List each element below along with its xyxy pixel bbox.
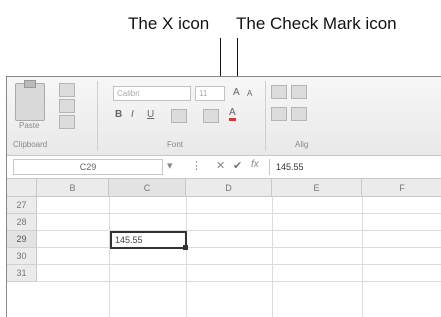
bold-icon[interactable]: B bbox=[115, 109, 122, 120]
grow-font-icon[interactable]: A bbox=[233, 87, 240, 98]
paste-label[interactable]: Paste bbox=[19, 121, 39, 130]
row-header-29[interactable]: 29 bbox=[7, 231, 37, 248]
x-icon-callout: The X icon bbox=[128, 14, 210, 33]
column-header-e[interactable]: E bbox=[272, 179, 362, 197]
underline-icon[interactable]: U bbox=[147, 109, 154, 120]
gridline bbox=[186, 197, 187, 317]
formula-input[interactable]: 145.55 bbox=[269, 159, 441, 175]
align-center-icon[interactable] bbox=[291, 107, 307, 121]
fill-handle[interactable] bbox=[183, 245, 188, 250]
formula-bar-divider-icon: ⋮ bbox=[191, 160, 202, 172]
gridline bbox=[37, 264, 441, 265]
ribbon: Paste Clipboard Calibri 11 A A B I U A F… bbox=[7, 77, 441, 156]
row-header-27[interactable]: 27 bbox=[7, 197, 37, 214]
row-header-31[interactable]: 31 bbox=[7, 265, 37, 282]
copy-icon[interactable] bbox=[59, 99, 75, 113]
align-left-icon[interactable] bbox=[271, 107, 287, 121]
formula-bar: C29 ▾ ⋮ ✕ ✔ fx 145.55 bbox=[7, 156, 441, 179]
row-header-30[interactable]: 30 bbox=[7, 248, 37, 265]
font-size-box[interactable]: 11 bbox=[195, 86, 225, 101]
gridline bbox=[109, 197, 110, 317]
paste-icon[interactable] bbox=[15, 80, 45, 121]
check-icon-callout: The Check Mark icon bbox=[236, 14, 397, 33]
column-header-c[interactable]: C bbox=[109, 179, 186, 197]
gridline bbox=[362, 197, 363, 317]
clipboard-group-label: Clipboard bbox=[13, 140, 48, 149]
align-top-icon[interactable] bbox=[271, 85, 287, 99]
shrink-font-icon[interactable]: A bbox=[247, 89, 252, 98]
italic-icon[interactable]: I bbox=[131, 109, 134, 120]
column-header-b[interactable]: B bbox=[37, 179, 109, 197]
cancel-x-icon[interactable]: ✕ bbox=[216, 159, 225, 172]
cut-icon[interactable] bbox=[59, 83, 75, 97]
gridline bbox=[37, 230, 441, 231]
gridline bbox=[272, 197, 273, 317]
enter-check-icon[interactable]: ✔ bbox=[233, 159, 242, 172]
name-box[interactable]: C29 bbox=[13, 159, 163, 175]
gridline bbox=[37, 247, 441, 248]
gridline bbox=[37, 281, 441, 282]
name-box-dropdown-icon[interactable]: ▾ bbox=[167, 159, 173, 172]
row-header-28[interactable]: 28 bbox=[7, 214, 37, 231]
format-painter-icon[interactable] bbox=[59, 115, 75, 129]
insert-function-icon[interactable]: fx bbox=[251, 159, 259, 170]
excel-window: Paste Clipboard Calibri 11 A A B I U A F… bbox=[6, 76, 441, 317]
column-header-d[interactable]: D bbox=[186, 179, 272, 197]
font-name-box[interactable]: Calibri bbox=[113, 86, 191, 101]
align-middle-icon[interactable] bbox=[291, 85, 307, 99]
select-all-corner[interactable] bbox=[7, 179, 37, 197]
gridline bbox=[37, 213, 441, 214]
ribbon-separator bbox=[265, 81, 266, 151]
column-header-f[interactable]: F bbox=[362, 179, 441, 197]
alignment-group-label: Alig bbox=[295, 140, 309, 149]
ribbon-separator bbox=[97, 81, 98, 151]
font-group-label: Font bbox=[167, 140, 184, 149]
borders-icon[interactable] bbox=[171, 109, 187, 123]
font-color-icon[interactable]: A bbox=[229, 107, 236, 121]
active-cell-c29[interactable]: 145.55 bbox=[110, 231, 187, 249]
fill-color-icon[interactable] bbox=[203, 109, 219, 123]
worksheet-grid: B C D E F 27 28 29 30 31 145.55 bbox=[7, 179, 441, 317]
